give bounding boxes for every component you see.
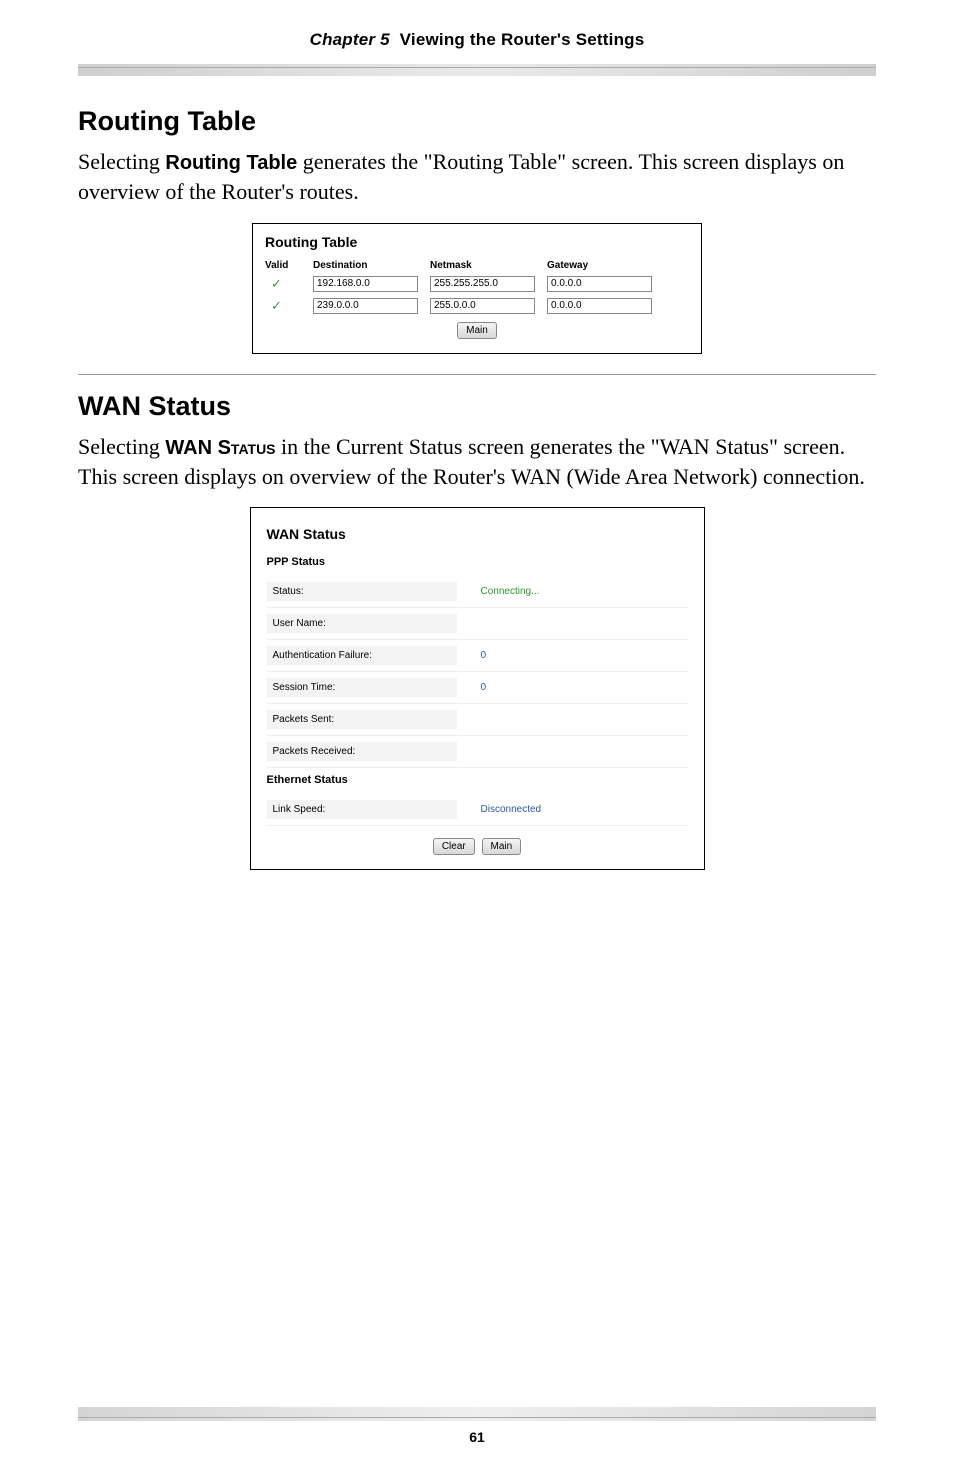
routing-table-figure: Routing Table Valid Destination Netmask … <box>78 223 876 354</box>
row-value: Connecting... <box>457 586 688 597</box>
netmask-field[interactable]: 255.0.0.0 <box>430 298 535 314</box>
row-label: User Name: <box>267 614 457 633</box>
gateway-field[interactable]: 0.0.0.0 <box>547 298 652 314</box>
text-bold: WAN Status <box>165 437 275 459</box>
row-label: Packets Sent: <box>267 710 457 729</box>
page-number: 61 <box>78 1429 876 1445</box>
text: in the Current Status screen generates t… <box>276 434 660 459</box>
col-netmask: Netmask <box>430 260 547 271</box>
routing-table-window: Routing Table Valid Destination Netmask … <box>252 223 702 354</box>
row-value: Disconnected <box>457 804 688 815</box>
chapter-title: Viewing the Router's Settings <box>400 30 645 49</box>
check-icon: ✓ <box>265 298 313 314</box>
table-row: ✓ 239.0.0.0 255.0.0.0 0.0.0.0 <box>265 298 689 314</box>
clear-button[interactable]: Clear <box>433 838 475 855</box>
text: (Wide Area Network) connection. <box>561 464 865 489</box>
col-gateway: Gateway <box>547 260 664 271</box>
row-value: 0 <box>457 650 688 661</box>
routing-table-title: Routing Table <box>265 234 689 250</box>
row-label: Link Speed: <box>267 800 457 819</box>
check-icon: ✓ <box>265 276 313 292</box>
row-label: Authentication Failure: <box>267 646 457 665</box>
section-heading-wan-status: WAN Status <box>78 391 876 422</box>
destination-field[interactable]: 192.168.0.0 <box>313 276 418 292</box>
footer-divider <box>78 1407 876 1421</box>
button-row: Clear Main <box>267 838 688 855</box>
section1-paragraph: Selecting Routing Table generates the "R… <box>78 147 876 207</box>
col-destination: Destination <box>313 260 430 271</box>
status-row: User Name: <box>267 608 688 640</box>
text: Selecting <box>78 149 165 174</box>
table-row: ✓ 192.168.0.0 255.255.255.0 0.0.0.0 <box>265 276 689 292</box>
text-smallcaps: WAN <box>660 434 710 459</box>
status-row: Packets Sent: <box>267 704 688 736</box>
row-label: Status: <box>267 582 457 601</box>
main-button[interactable]: Main <box>482 838 522 855</box>
page-footer: 61 <box>78 1401 876 1445</box>
status-row: Packets Received: <box>267 736 688 768</box>
destination-field[interactable]: 239.0.0.0 <box>313 298 418 314</box>
chapter-header: Chapter 5 Viewing the Router's Settings <box>78 30 876 64</box>
status-row: Authentication Failure: 0 <box>267 640 688 672</box>
text-bold: Routing Table <box>165 152 297 174</box>
status-row: Link Speed: Disconnected <box>267 794 688 826</box>
routing-table-header-row: Valid Destination Netmask Gateway <box>265 258 689 276</box>
section2-paragraph: Selecting WAN Status in the Current Stat… <box>78 432 876 492</box>
section-heading-routing-table: Routing Table <box>78 106 876 137</box>
text: Selecting <box>78 434 165 459</box>
row-label: Packets Received: <box>267 742 457 761</box>
col-valid: Valid <box>265 260 313 271</box>
text-smallcaps: WAN <box>511 464 561 489</box>
ppp-status-subtitle: PPP Status <box>267 556 688 568</box>
row-label: Session Time: <box>267 678 457 697</box>
main-button[interactable]: Main <box>457 322 497 339</box>
gateway-field[interactable]: 0.0.0.0 <box>547 276 652 292</box>
section-divider <box>78 374 876 375</box>
row-value: 0 <box>457 682 688 693</box>
chapter-label: Chapter 5 <box>310 30 390 49</box>
netmask-field[interactable]: 255.255.255.0 <box>430 276 535 292</box>
ethernet-status-subtitle: Ethernet Status <box>267 774 688 786</box>
status-row: Status: Connecting... <box>267 576 688 608</box>
status-row: Session Time: 0 <box>267 672 688 704</box>
button-row: Main <box>265 320 689 339</box>
header-divider <box>78 64 876 76</box>
wan-status-window: WAN Status PPP Status Status: Connecting… <box>250 507 705 870</box>
wan-status-title: WAN Status <box>267 526 688 542</box>
wan-status-figure: WAN Status PPP Status Status: Connecting… <box>78 507 876 870</box>
